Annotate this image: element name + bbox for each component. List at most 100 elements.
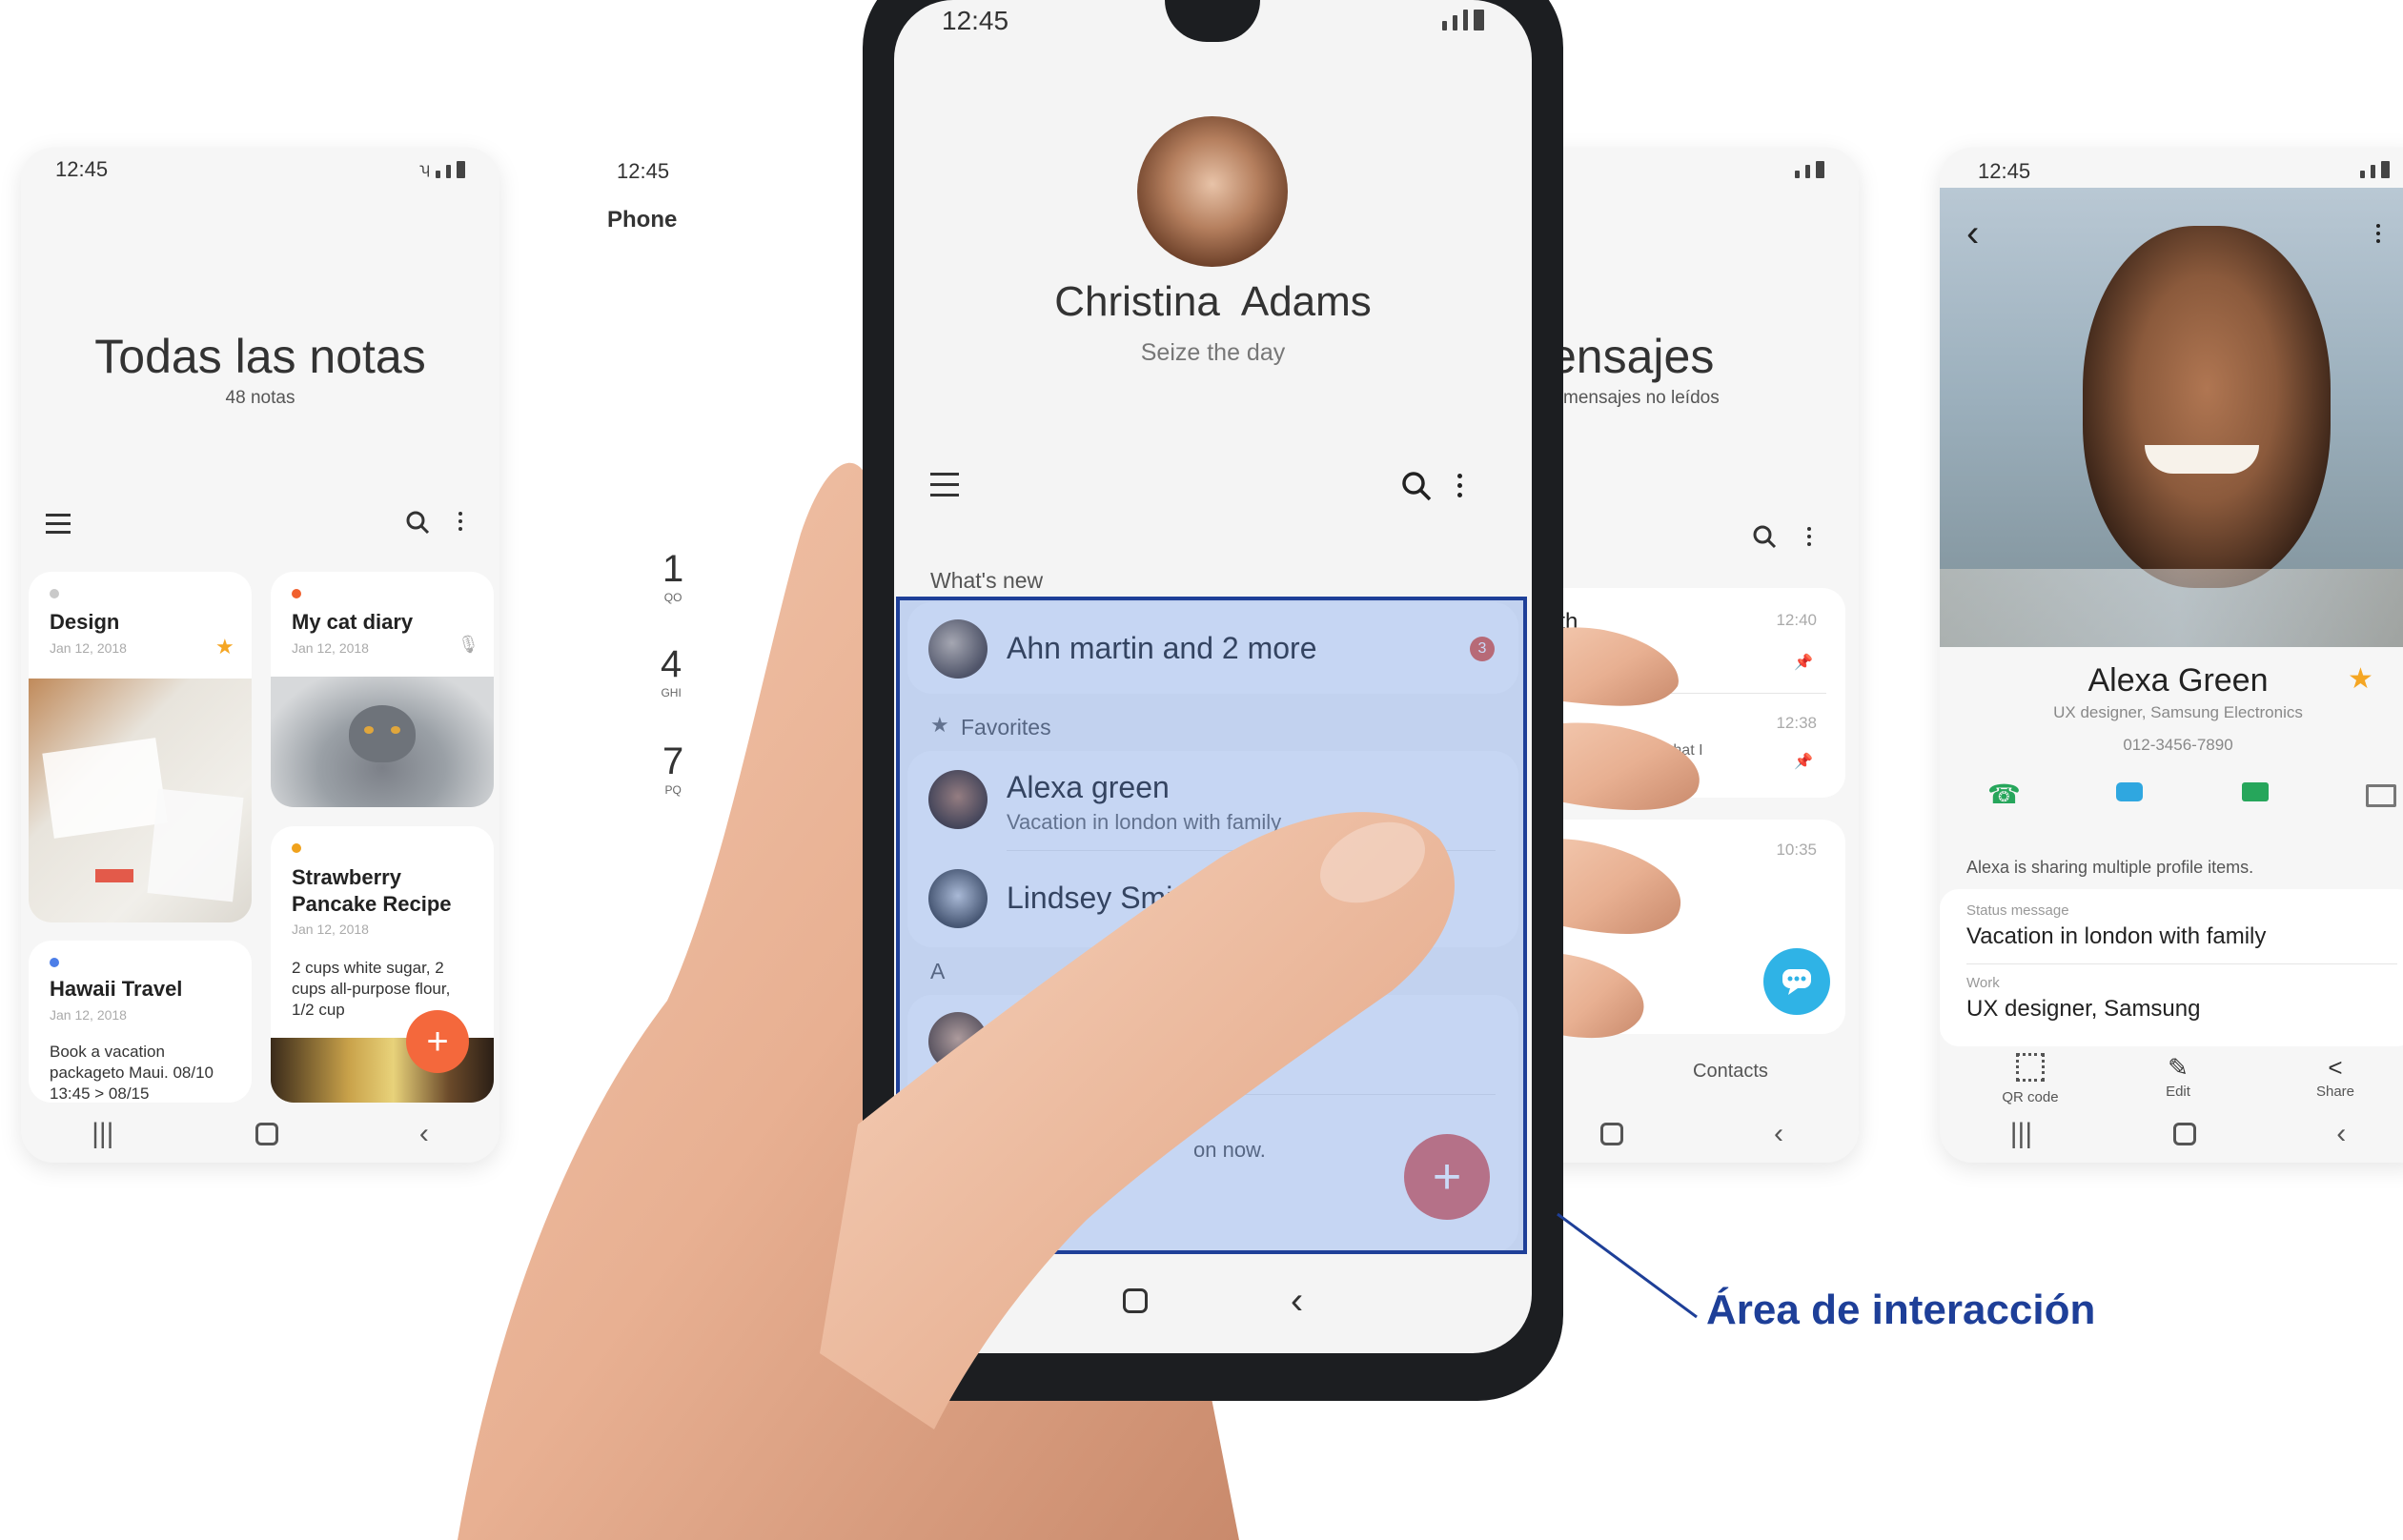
message-icon[interactable] [2116, 782, 2143, 801]
home-icon[interactable] [255, 1123, 278, 1145]
sharing-notice: Alexa is sharing multiple profile items. [1966, 858, 2254, 877]
status-icons: ʮ [419, 161, 465, 178]
home-icon[interactable] [2172, 1123, 2196, 1145]
search-icon[interactable] [1401, 471, 1432, 501]
profile-info-card: Status message Vacation in london with f… [1940, 889, 2403, 1046]
back-icon[interactable]: ‹ [419, 1118, 429, 1150]
work-value: UX designer, Samsung [1966, 996, 2201, 1022]
status-time: 12:45 [1978, 159, 2031, 183]
interaction-area-overlay [896, 597, 1527, 1254]
contact-job: UX designer, Samsung Electronics [2053, 703, 2303, 721]
note-title: Strawberry Pancake Recipe [292, 865, 452, 916]
more-options-icon[interactable] [1457, 474, 1462, 497]
contact-photo [1940, 188, 2403, 647]
back-icon[interactable]: ‹ [1774, 1118, 1783, 1150]
back-arrow-icon[interactable]: ‹ [1966, 213, 1979, 255]
dial-key-1[interactable]: 1 QO [662, 548, 683, 604]
recents-icon[interactable]: ||| [2010, 1118, 2032, 1150]
messages-screen: ensajes mensajes no leídos mith 12:40 📌 … [1525, 148, 1859, 1163]
dial-key-4[interactable]: 4 GHI [661, 643, 682, 699]
status-time: 12:45 [617, 159, 670, 183]
message-thread-group[interactable]: mith 12:40 📌 ie was the most ee what I h… [1525, 588, 1845, 798]
status-icons [1442, 10, 1484, 30]
share-icon: < [2328, 1053, 2343, 1082]
annotation-label: Área de interacción [1706, 1287, 2096, 1333]
status-message-label: Status message [1966, 902, 2069, 919]
battery-icon [457, 161, 465, 178]
cat-image [271, 677, 494, 807]
more-options-icon[interactable] [2376, 224, 2380, 243]
note-date: Jan 12, 2018 [292, 640, 369, 656]
status-icons [2360, 161, 2390, 178]
status-message-value: Vacation in london with family [1966, 923, 2267, 949]
search-icon[interactable] [1752, 524, 1777, 549]
thread-time: 10:35 [1776, 841, 1817, 859]
note-color-dot [292, 589, 301, 598]
qr-code-icon [2016, 1053, 2045, 1082]
note-card-hawaii[interactable]: Hawaii Travel Jan 12, 2018 Book a vacati… [29, 941, 252, 1103]
email-icon[interactable] [2366, 784, 2396, 807]
work-label: Work [1966, 975, 2000, 991]
menu-icon[interactable] [930, 473, 959, 496]
profile-status: Seize the day [1140, 339, 1286, 366]
back-icon[interactable]: ‹ [2336, 1118, 2346, 1150]
nav-bar: ||| ‹ [1940, 1115, 2403, 1153]
page-title: ensajes [1550, 330, 1715, 383]
favorite-star-icon[interactable]: ★ [2348, 662, 2373, 696]
contact-detail-screen: 12:45 ‹ Alexa Green ★ UX designer, Samsu… [1940, 148, 2403, 1163]
note-body: Book a vacation packageto Maui. 08/10 13… [50, 1043, 214, 1103]
compose-message-button[interactable] [1763, 948, 1830, 1015]
nav-bar: ||| ‹ [21, 1115, 499, 1153]
more-options-icon[interactable] [1807, 527, 1811, 546]
page-title: Todas las notas [94, 330, 426, 383]
add-note-button[interactable]: + [406, 1010, 469, 1073]
home-icon[interactable] [1600, 1123, 1623, 1145]
phone-screen: 12:45 Phone 1 QO 4 GHI 7 PQ [567, 148, 891, 1163]
profile-avatar[interactable] [1137, 116, 1288, 267]
note-date: Jan 12, 2018 [292, 922, 369, 937]
home-icon[interactable] [1122, 1288, 1148, 1313]
status-time: 12:45 [55, 157, 109, 181]
nav-bar: ‹ [1525, 1115, 1859, 1153]
action-qr-code[interactable]: QR code [1978, 1053, 2083, 1105]
nav-bar: ‹ [894, 1277, 1532, 1325]
video-call-icon[interactable] [2242, 782, 2269, 801]
note-card-cat-diary[interactable]: My cat diary Jan 12, 2018 🎙 [271, 572, 494, 807]
note-color-dot [50, 958, 59, 967]
unread-count: mensajes no leídos [1563, 388, 1720, 408]
status-icons [1795, 161, 1824, 178]
dial-key-7[interactable]: 7 PQ [662, 740, 683, 797]
note-date: Jan 12, 2018 [50, 640, 127, 656]
note-card-design[interactable]: Design Jan 12, 2018 ★ [29, 572, 252, 922]
tab-contacts[interactable]: Contacts [1693, 1061, 1768, 1083]
wifi-icon: ʮ [419, 161, 430, 177]
profile-name: Christina Adams [1054, 278, 1372, 325]
note-title: My cat diary [292, 610, 414, 634]
status-time: 12:45 [942, 6, 1009, 35]
battery-icon [1474, 10, 1484, 30]
battery-icon [2381, 161, 2390, 178]
battery-icon [1816, 161, 1824, 178]
action-edit[interactable]: ✎ Edit [2126, 1053, 2230, 1100]
microphone-icon: 🎙 [458, 635, 479, 654]
recents-icon[interactable]: ||| [92, 1118, 113, 1150]
pencil-icon: ✎ [2168, 1053, 2189, 1082]
call-icon[interactable]: ☎ [1987, 779, 2021, 810]
action-share[interactable]: < Share [2283, 1053, 2388, 1100]
contact-name: Alexa Green [2087, 662, 2269, 699]
search-icon[interactable] [405, 510, 430, 535]
note-color-dot [292, 843, 301, 853]
note-title: Design [50, 610, 120, 634]
pin-icon: 📌 [1794, 754, 1813, 770]
menu-icon[interactable] [46, 514, 71, 534]
note-color-dot [50, 589, 59, 598]
more-options-icon[interactable] [458, 512, 462, 531]
back-icon[interactable]: ‹ [1291, 1280, 1303, 1323]
design-sketch-image [29, 679, 252, 922]
main-phone-frame: 12:45 Christina Adams Seize the day What… [863, 0, 1563, 1401]
pin-icon: 📌 [1794, 655, 1813, 671]
app-title: Phone [607, 207, 678, 233]
star-icon: ★ [215, 635, 234, 659]
notes-screen: 12:45 ʮ Todas las notas 48 notas Design … [21, 148, 499, 1163]
note-date: Jan 12, 2018 [50, 1007, 127, 1023]
